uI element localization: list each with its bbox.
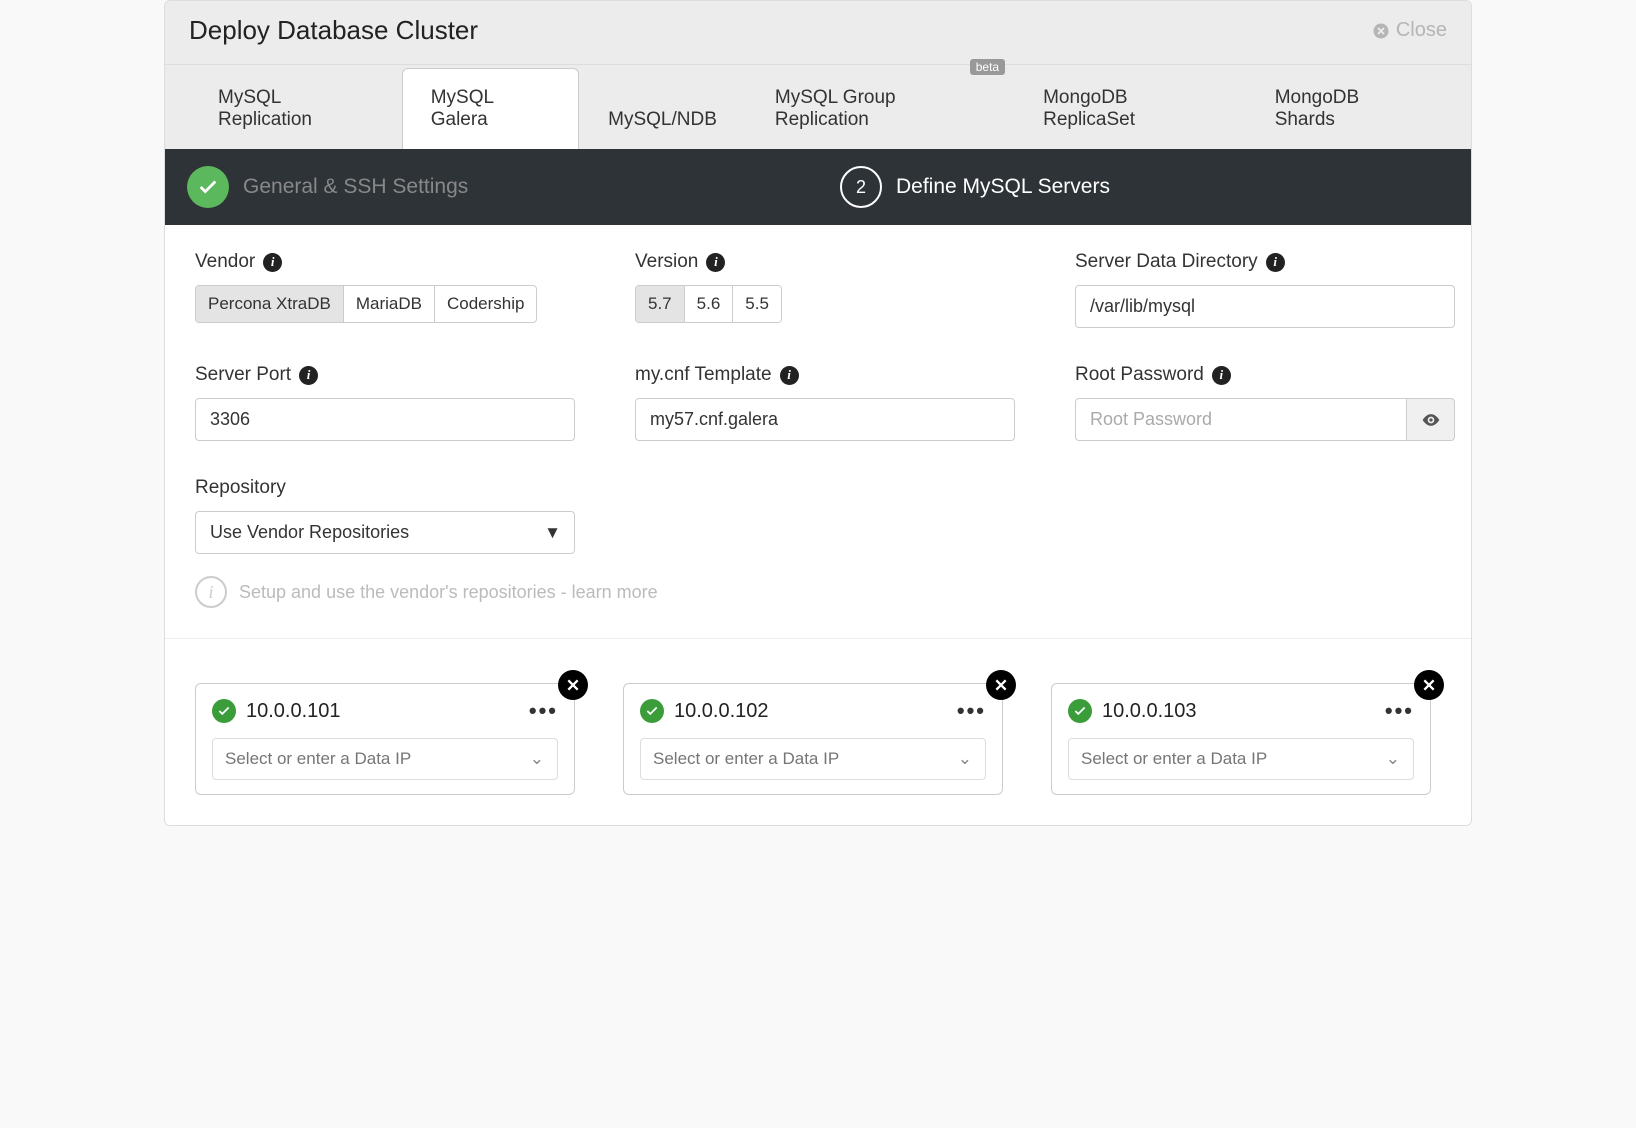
remove-server-button[interactable] xyxy=(1414,670,1444,700)
server-menu-icon[interactable]: ••• xyxy=(957,698,986,724)
eye-icon xyxy=(1421,410,1441,430)
root-password-input[interactable] xyxy=(1075,398,1406,441)
chevron-down-icon: ⌄ xyxy=(530,749,544,769)
close-button[interactable]: Close xyxy=(1372,19,1447,42)
data-ip-select[interactable] xyxy=(1068,738,1414,780)
version-57[interactable]: 5.7 xyxy=(636,286,685,322)
datadir-label: Server Data Directory i xyxy=(1075,251,1455,273)
server-menu-icon[interactable]: ••• xyxy=(529,698,558,724)
rootpw-label: Root Password i xyxy=(1075,364,1455,386)
close-icon xyxy=(994,678,1008,692)
wizard-steps: General & SSH Settings 2 Define MySQL Se… xyxy=(165,149,1471,225)
modal-title: Deploy Database Cluster xyxy=(189,15,478,46)
remove-server-button[interactable] xyxy=(558,670,588,700)
tab-mysql-galera[interactable]: MySQL Galera xyxy=(402,68,579,149)
tab-mysql-replication[interactable]: MySQL Replication xyxy=(189,68,402,149)
vendor-group: Percona XtraDB MariaDB Codership xyxy=(195,285,537,323)
remove-server-button[interactable] xyxy=(986,670,1016,700)
repository-select[interactable] xyxy=(195,511,575,554)
repo-hint: i Setup and use the vendor's repositorie… xyxy=(195,576,1441,608)
version-56[interactable]: 5.6 xyxy=(685,286,734,322)
tab-mongodb-replicaset[interactable]: MongoDB ReplicaSet xyxy=(1014,68,1246,149)
server-card: 10.0.0.102 ••• ⌄ xyxy=(623,683,1003,795)
modal-header: Deploy Database Cluster Close xyxy=(165,1,1471,65)
close-icon xyxy=(566,678,580,692)
tab-mysql-group-replication[interactable]: beta MySQL Group Replication xyxy=(746,68,1014,149)
server-menu-icon[interactable]: ••• xyxy=(1385,698,1414,724)
step-number-badge: 2 xyxy=(840,166,882,208)
repo-hint-text[interactable]: Setup and use the vendor's repositories … xyxy=(239,582,658,603)
step-define-servers[interactable]: 2 Define MySQL Servers xyxy=(818,166,1471,208)
version-label: Version i xyxy=(635,251,1015,273)
server-ip: 10.0.0.102 xyxy=(674,700,769,723)
check-circle-icon xyxy=(640,699,664,723)
toggle-password-visibility[interactable] xyxy=(1406,398,1455,441)
close-label: Close xyxy=(1396,19,1447,42)
data-dir-input[interactable] xyxy=(1075,285,1455,328)
chevron-down-icon: ⌄ xyxy=(1386,749,1400,769)
info-icon[interactable]: i xyxy=(780,366,799,385)
version-group: 5.7 5.6 5.5 xyxy=(635,285,782,323)
server-ip: 10.0.0.101 xyxy=(246,700,341,723)
mycnf-input[interactable] xyxy=(635,398,1015,441)
info-icon[interactable]: i xyxy=(1266,253,1285,272)
tab-mongodb-shards[interactable]: MongoDB Shards xyxy=(1246,68,1447,149)
beta-badge: beta xyxy=(970,59,1005,75)
mycnf-label: my.cnf Template i xyxy=(635,364,1015,386)
info-icon[interactable]: i xyxy=(1212,366,1231,385)
version-55[interactable]: 5.5 xyxy=(733,286,781,322)
data-ip-select[interactable] xyxy=(212,738,558,780)
deploy-modal: Deploy Database Cluster Close MySQL Repl… xyxy=(164,0,1472,826)
vendor-percona[interactable]: Percona XtraDB xyxy=(196,286,344,322)
vendor-mariadb[interactable]: MariaDB xyxy=(344,286,435,322)
check-circle-icon xyxy=(1068,699,1092,723)
port-label: Server Port i xyxy=(195,364,575,386)
info-icon[interactable]: i xyxy=(263,253,282,272)
chevron-down-icon: ⌄ xyxy=(958,749,972,769)
repo-label: Repository xyxy=(195,477,1441,499)
vendor-label: Vendor i xyxy=(195,251,575,273)
servers-row: 10.0.0.101 ••• ⌄ 10.0.0.102 ••• xyxy=(165,638,1471,825)
info-icon[interactable]: i xyxy=(706,253,725,272)
close-icon xyxy=(1372,22,1390,40)
info-icon[interactable]: i xyxy=(299,366,318,385)
close-icon xyxy=(1422,678,1436,692)
check-circle-icon xyxy=(212,699,236,723)
server-port-input[interactable] xyxy=(195,398,575,441)
server-card: 10.0.0.103 ••• ⌄ xyxy=(1051,683,1431,795)
step-general-ssh[interactable]: General & SSH Settings xyxy=(165,166,818,208)
data-ip-select[interactable] xyxy=(640,738,986,780)
tab-mysql-ndb[interactable]: MySQL/NDB xyxy=(579,90,746,149)
server-card: 10.0.0.101 ••• ⌄ xyxy=(195,683,575,795)
db-type-tabs: MySQL Replication MySQL Galera MySQL/NDB… xyxy=(165,65,1471,149)
server-ip: 10.0.0.103 xyxy=(1102,700,1197,723)
check-icon xyxy=(187,166,229,208)
vendor-codership[interactable]: Codership xyxy=(435,286,537,322)
form-area: Vendor i Percona XtraDB MariaDB Codershi… xyxy=(165,225,1471,638)
info-outline-icon: i xyxy=(195,576,227,608)
